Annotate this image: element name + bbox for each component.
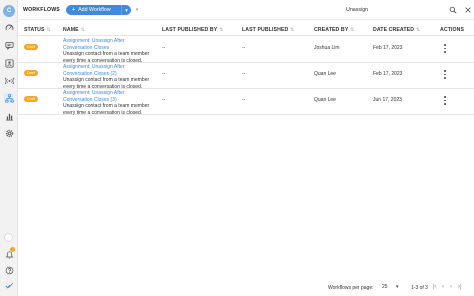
speedometer-icon[interactable] [4,22,14,32]
created-by-value: Quan Lee [314,71,336,77]
pagination-footer: Workflows per page: 25 ▼ 1-3 of 3 |‹ ‹ ›… [18,280,474,296]
status-badge: Draft [24,44,38,50]
last-published-by-value: -- [162,97,166,103]
notification-badge [10,247,15,252]
avatar[interactable]: C [3,5,15,17]
rows-per-page-select[interactable]: 25 [382,284,388,290]
sort-icon[interactable]: ⇅ [81,27,85,32]
workflow-name-link[interactable]: Assignment: Unassign After Conversation … [63,90,151,103]
page-title: WORKFLOWS [23,7,60,13]
workflow-description: Unassign contact from a team member ever… [63,103,150,116]
add-workflow-dropdown-button[interactable]: ▼ [121,5,131,15]
pagination-range: 1-3 of 3 [411,285,428,291]
created-by-value: Joshua Lim [314,45,340,51]
workflow-name-link[interactable]: Assignment: Unassign After Conversation … [63,64,151,77]
next-page-icon[interactable]: › [450,284,452,290]
broadcast-icon[interactable] [4,75,14,85]
date-created-value: Jun 17, 2023 [373,97,402,103]
previous-page-icon[interactable]: ‹ [442,284,444,290]
chat-icon[interactable] [4,40,14,50]
sort-icon[interactable]: ⇅ [350,27,354,32]
last-published-by-value: -- [162,45,166,51]
last-published-by-value: -- [162,71,166,77]
date-created-value: Feb 17, 2023 [373,45,403,51]
status-badge: Draft [24,70,38,76]
check-icon[interactable] [4,280,14,290]
column-actions: ACTIONS [440,27,465,33]
close-icon[interactable] [463,5,472,14]
rows-per-page-label: Workflows per page: [328,285,374,291]
column-date-created[interactable]: DATE CREATED ⇅ [373,27,420,33]
more-icon[interactable]: ▾ [133,6,141,14]
sort-icon[interactable]: ⇅ [219,27,223,32]
add-workflow-label: Add Workflow [78,7,111,13]
workflows-icon[interactable] [4,93,14,103]
date-created-value: Feb 17, 2023 [373,71,403,77]
help-icon[interactable] [4,265,14,275]
sort-icon[interactable]: ⇅ [290,27,294,32]
column-last-published[interactable]: LAST PUBLISHED ⇅ [242,27,294,33]
last-published-value: -- [242,97,246,103]
presence-indicator [4,233,13,242]
last-page-icon[interactable]: ›| [458,284,462,290]
chevron-down-icon[interactable]: ▼ [395,284,399,289]
table-row[interactable]: Draft Assignment: Unassign After Convers… [18,37,474,64]
reports-icon[interactable] [4,111,14,121]
last-published-value: -- [242,71,246,77]
table-header: STATUS ⇅ NAME ⇅ LAST PUBLISHED BY ⇅ LAST PU… [18,24,474,36]
table-row[interactable]: Draft Assignment: Unassign After Convers… [18,89,474,116]
settings-icon[interactable] [4,128,14,138]
notifications-icon[interactable] [4,247,15,259]
plus-icon: + [72,7,76,13]
chevron-down-icon: ▼ [124,7,129,13]
search-icon[interactable] [448,5,457,14]
first-page-icon[interactable]: |‹ [433,284,437,290]
created-by-value: Quan Lee [314,97,336,103]
more-vertical-icon[interactable] [443,96,447,105]
more-vertical-icon[interactable] [443,70,447,79]
status-badge: Draft [24,96,38,102]
table-row[interactable]: Draft Assignment: Unassign After Convers… [18,63,474,90]
add-workflow-button[interactable]: + Add Workflow [66,5,121,15]
more-vertical-icon[interactable] [443,44,447,53]
sidebar: C [0,0,18,296]
last-published-value: -- [242,45,246,51]
sort-icon[interactable]: ⇅ [416,27,420,32]
workflow-name-link[interactable]: Assignment: Unassign After Conversation … [63,38,151,51]
search-input[interactable]: Unassign [346,7,368,13]
sort-icon[interactable]: ⇅ [47,27,51,32]
column-name[interactable]: NAME ⇅ [63,27,85,33]
column-status[interactable]: STATUS ⇅ [24,27,50,33]
column-created-by[interactable]: CREATED BY ⇅ [314,27,354,33]
contacts-icon[interactable] [4,58,14,68]
main-content: WORKFLOWS + Add Workflow ▼ ▾ Unassign ST… [18,0,474,296]
column-last-published-by[interactable]: LAST PUBLISHED BY ⇅ [162,27,223,33]
toolbar: WORKFLOWS + Add Workflow ▼ ▾ Unassign [18,0,474,20]
